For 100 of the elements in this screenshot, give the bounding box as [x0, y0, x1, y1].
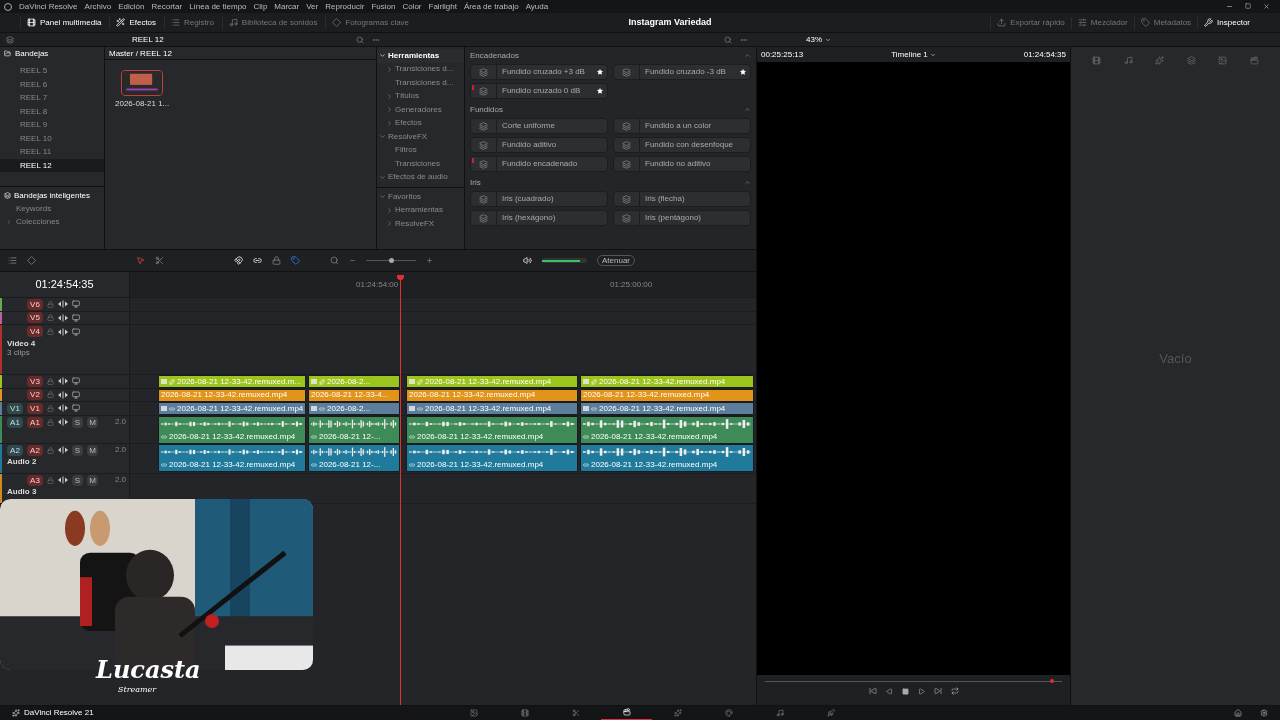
- tree-item[interactable]: Herramientas: [377, 203, 464, 217]
- zoom-in-icon[interactable]: [426, 257, 433, 264]
- effect-item[interactable]: Fundido cruzado 0 dB: [470, 83, 608, 99]
- lock-icon[interactable]: [47, 418, 54, 426]
- minimize-icon[interactable]: [1226, 3, 1233, 10]
- bin-item[interactable]: REEL 10: [0, 131, 104, 145]
- monitor-icon[interactable]: [72, 313, 80, 322]
- video-clip[interactable]: 2026-08-21 12-33-42.remuxed.mp4: [580, 402, 754, 415]
- bin-item[interactable]: REEL 12: [0, 158, 104, 172]
- collapse-icon[interactable]: [744, 179, 751, 186]
- lock-icon[interactable]: [47, 391, 54, 399]
- view-icon[interactable]: [27, 256, 36, 265]
- monitor-icon[interactable]: [72, 327, 80, 336]
- tree-item[interactable]: Transiciones: [377, 157, 464, 171]
- toolbar-tab[interactable]: Biblioteca de sonidos: [221, 16, 324, 29]
- track-label-button[interactable]: A2: [27, 444, 43, 456]
- track-label-button[interactable]: V3: [27, 375, 43, 387]
- tree-item[interactable]: Filtros: [377, 143, 464, 157]
- zoom-icon[interactable]: [330, 256, 339, 265]
- close-icon[interactable]: [1263, 3, 1270, 10]
- auto-select-icon[interactable]: [58, 404, 68, 413]
- track-label-button[interactable]: V4: [27, 326, 43, 338]
- lock-icon[interactable]: [47, 446, 54, 454]
- video-clip[interactable]: 2026-08-21 12-33-42.remuxed.mp4: [406, 402, 578, 415]
- bin-item[interactable]: REEL 6: [0, 77, 104, 91]
- tree-item[interactable]: Transiciones d...: [377, 76, 464, 90]
- source-patch-button[interactable]: A1: [7, 416, 23, 428]
- solo-button[interactable]: S: [72, 444, 83, 456]
- menu-item[interactable]: Clip: [253, 2, 268, 11]
- tree-item[interactable]: ResolveFX: [377, 130, 464, 144]
- inspector-tab-icon[interactable]: [1123, 55, 1133, 65]
- audio-clip[interactable]: 2026-08-21 12-...: [308, 415, 400, 444]
- zoom-slider[interactable]: [366, 257, 416, 264]
- lock-icon[interactable]: [272, 256, 281, 265]
- play-icon[interactable]: [917, 687, 925, 695]
- auto-select-icon[interactable]: [58, 327, 68, 336]
- effect-item[interactable]: Fundido cruzado -3 dB: [613, 64, 751, 80]
- bin-item[interactable]: REEL 8: [0, 104, 104, 118]
- lock-icon[interactable]: [47, 404, 54, 412]
- toolbar-tab[interactable]: Mezclador: [1070, 16, 1134, 29]
- audio-clip[interactable]: 2026-08-21 12-33-42.remuxed.mp4: [580, 443, 754, 472]
- inspector-tab-icon[interactable]: [1092, 55, 1102, 65]
- solo-button[interactable]: S: [72, 474, 83, 486]
- go-to-end-icon[interactable]: [933, 687, 942, 695]
- audio-clip[interactable]: 2026-08-21 12-...: [308, 443, 400, 472]
- tree-item[interactable]: Efectos de audio: [377, 170, 464, 184]
- tree-item[interactable]: Generadores: [377, 103, 464, 117]
- tree-item[interactable]: Herramientas: [377, 49, 464, 63]
- audio-clip[interactable]: 2026-08-21 12-33-42.remuxed.mp4: [406, 415, 578, 444]
- auto-select-icon[interactable]: [58, 418, 68, 427]
- menu-item[interactable]: Archivo: [84, 2, 112, 11]
- effect-item[interactable]: Iris (cuadrado): [470, 191, 608, 207]
- tree-item[interactable]: Títulos: [377, 89, 464, 103]
- track-label-button[interactable]: A1: [27, 416, 43, 428]
- auto-select-icon[interactable]: [58, 446, 68, 455]
- toolbar-tab[interactable]: Efectos: [109, 16, 163, 29]
- smart-bin-item[interactable]: Colecciones: [0, 215, 104, 229]
- page-tab[interactable]: [601, 705, 652, 720]
- toolbar-tab[interactable]: Registro: [164, 16, 220, 29]
- settings-icon[interactable]: [1260, 709, 1268, 717]
- tree-item[interactable]: Transiciones d...: [377, 62, 464, 76]
- effect-item[interactable]: Iris (pentágono): [613, 210, 751, 226]
- bin-item[interactable]: REEL 7: [0, 91, 104, 105]
- effect-item[interactable]: Fundido cruzado +3 dB: [470, 64, 608, 80]
- linked-selection-icon[interactable]: [253, 256, 262, 265]
- source-patch-button[interactable]: V1: [7, 402, 23, 414]
- volume-icon[interactable]: [523, 256, 532, 265]
- effect-item[interactable]: Iris (flecha): [613, 191, 751, 207]
- effect-item[interactable]: Fundido a un color: [613, 118, 751, 134]
- menu-item[interactable]: Área de trabajo: [463, 2, 519, 11]
- search-icon[interactable]: [724, 35, 732, 44]
- tree-item[interactable]: Efectos: [377, 116, 464, 130]
- zoom-out-icon[interactable]: [349, 257, 356, 264]
- track-label-button[interactable]: V2: [27, 389, 43, 401]
- slider-thumb[interactable]: [388, 258, 394, 263]
- selection-tool-icon[interactable]: [136, 256, 145, 265]
- lock-icon[interactable]: [47, 328, 54, 336]
- collapse-icon[interactable]: [744, 52, 751, 59]
- effect-item[interactable]: Corte uniforme: [470, 118, 608, 134]
- menu-item[interactable]: Recortar: [151, 2, 183, 11]
- lock-icon[interactable]: [47, 476, 54, 484]
- source-patch-button[interactable]: A2: [7, 444, 23, 456]
- effect-item[interactable]: Fundido aditivo: [470, 137, 608, 153]
- bin-item[interactable]: REEL 5: [0, 64, 104, 78]
- video-clip[interactable]: 2026-08-2...: [308, 402, 400, 415]
- monitor-icon[interactable]: [72, 390, 80, 399]
- toolbar-tab[interactable]: Inspector: [1197, 16, 1256, 29]
- search-icon[interactable]: [356, 35, 364, 44]
- effect-item[interactable]: Fundido encadenado: [470, 156, 608, 172]
- video-clip[interactable]: 2026-08-21 12-33-42.remuxed.mp4: [158, 402, 306, 415]
- effect-item[interactable]: Fundido no aditivo: [613, 156, 751, 172]
- snapping-icon[interactable]: [234, 256, 243, 265]
- track-label-button[interactable]: V6: [27, 298, 43, 310]
- playhead-handle[interactable]: [397, 275, 404, 280]
- menu-item[interactable]: Fairlight: [428, 2, 457, 11]
- timeline-options-icon[interactable]: [8, 256, 17, 265]
- menu-item[interactable]: Marcar: [274, 2, 300, 11]
- clip-thumbnail[interactable]: [121, 70, 164, 96]
- lock-icon[interactable]: [47, 377, 54, 385]
- solo-button[interactable]: S: [72, 416, 83, 428]
